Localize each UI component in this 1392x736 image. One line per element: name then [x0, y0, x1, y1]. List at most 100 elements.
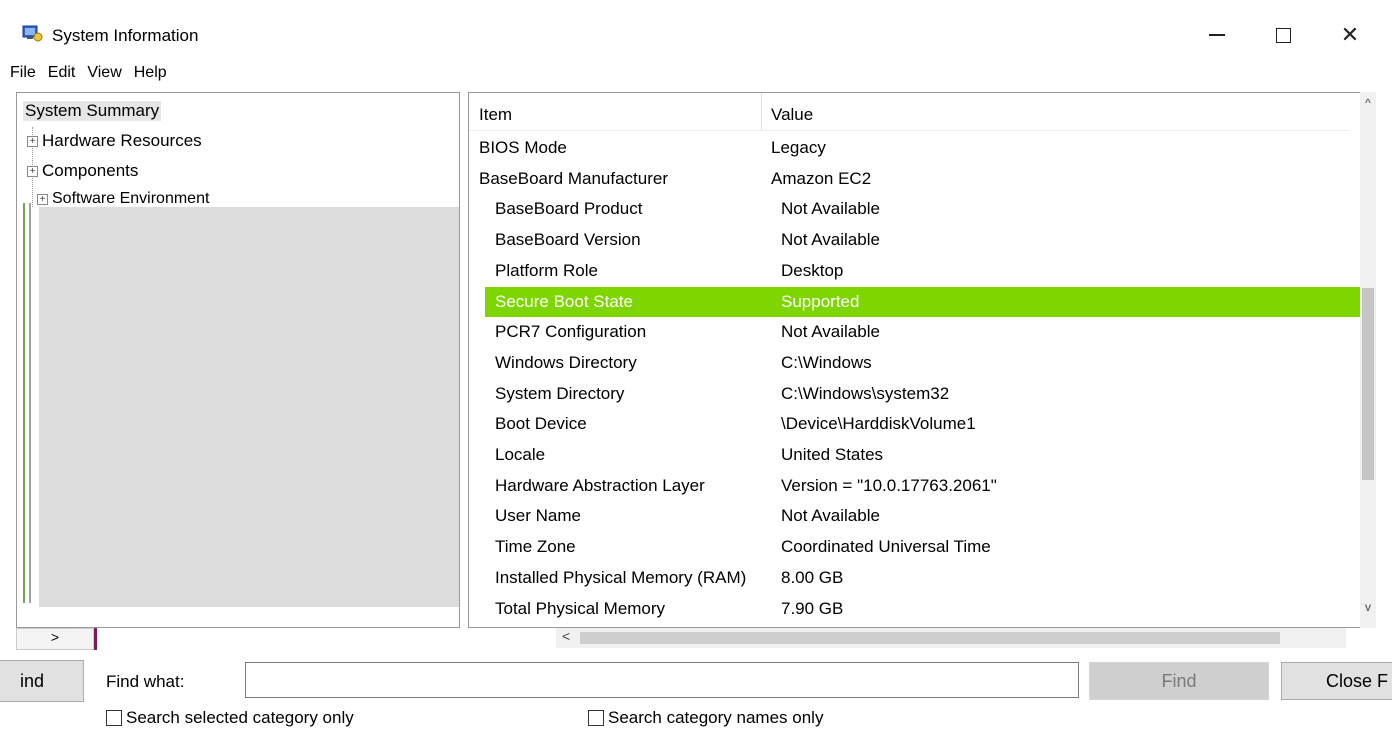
chevron-left-icon[interactable]: < [562, 628, 570, 644]
row-value: 7.90 GB [781, 598, 844, 618]
row-value: Supported [781, 291, 860, 311]
row-item: Installed Physical Memory (RAM) [495, 567, 747, 587]
option-label: Search category names only [608, 708, 824, 727]
table-row[interactable]: Time Zone Coordinated Universal Time [485, 532, 1361, 562]
option-selected-category[interactable]: Search selected category only [106, 708, 354, 728]
minimize-icon [1209, 34, 1225, 36]
table-row[interactable]: Platform Role Desktop [485, 256, 1361, 286]
menu-help[interactable]: Help [128, 64, 173, 82]
row-value: Not Available [781, 199, 880, 219]
row-value: Coordinated Universal Time [781, 537, 991, 557]
row-item: Total Physical Memory [495, 598, 666, 618]
row-value: C:\Windows [781, 352, 872, 372]
chevron-up-icon[interactable]: ^ [1360, 96, 1376, 116]
menu-file[interactable]: File [4, 64, 42, 82]
row-value: Version = "10.0.17763.2061" [781, 475, 997, 495]
minimize-button[interactable] [1192, 18, 1242, 52]
table-row[interactable]: BaseBoard Version Not Available [485, 225, 1361, 255]
find-button-left[interactable]: ind [0, 660, 84, 702]
row-value: 8.00 GB [781, 567, 844, 587]
row-item: Locale [495, 445, 546, 464]
table-row[interactable]: PCR7 Configuration Not Available [485, 317, 1361, 347]
row-value: Not Available [781, 230, 880, 250]
table-row[interactable]: BaseBoard Manufacturer Amazon EC2 [469, 164, 1349, 194]
row-item: Platform Role [495, 260, 598, 280]
vertical-scrollbar[interactable]: ^ v [1360, 92, 1376, 628]
row-value: United States [781, 445, 884, 464]
table-row[interactable]: BIOS Mode Legacy [469, 133, 1349, 163]
close-find-button[interactable]: Close F [1281, 662, 1392, 700]
row-item: Hardware Abstraction Layer [495, 475, 705, 495]
maximize-button[interactable] [1258, 18, 1308, 52]
menu-edit[interactable]: Edit [42, 64, 82, 82]
row-item: System Directory [495, 383, 625, 403]
table-row[interactable]: Locale United States [485, 440, 1361, 470]
row-item: Secure Boot State [495, 291, 633, 311]
close-button[interactable]: ✕ [1325, 18, 1375, 52]
row-item: PCR7 Configuration [495, 322, 647, 342]
table-row[interactable]: Secure Boot State Supported [485, 286, 1361, 317]
row-value: Amazon EC2 [771, 168, 872, 188]
table-row[interactable]: Hardware Abstraction Layer Version = "10.… [485, 471, 1361, 501]
row-value: \Device\HarddiskVolume1 [781, 414, 976, 434]
menu-view[interactable]: View [81, 64, 127, 82]
row-item: User Name [495, 506, 581, 526]
chevron-down-icon[interactable]: v [1360, 600, 1376, 620]
row-value: C:\Windows\system32 [781, 383, 950, 403]
tree-item-system-summary[interactable]: System Summary [23, 101, 162, 121]
column-header-value[interactable]: Value [771, 105, 813, 125]
chevron-right-icon: > [50, 629, 60, 645]
row-value: Not Available [781, 506, 880, 526]
find-button[interactable]: Find [1089, 662, 1269, 700]
checkbox[interactable] [588, 710, 604, 726]
table-row[interactable]: BaseBoard Product Not Available [485, 194, 1361, 224]
tree-scroll-right-button[interactable]: > [16, 628, 94, 650]
menu-bar: File Edit View Help [0, 58, 1392, 88]
row-item: Boot Device [495, 414, 587, 434]
row-item: BaseBoard Manufacturer [479, 168, 668, 188]
column-separator[interactable] [761, 93, 762, 131]
expand-icon[interactable]: + [27, 165, 38, 177]
details-list: Item Value BIOS Mode Legacy BaseBoard Manu… [468, 92, 1376, 628]
title-bar: System Information ✕ [0, 0, 1392, 58]
table-row[interactable]: User Name Not Available [485, 501, 1361, 531]
row-value: Legacy [771, 138, 826, 157]
find-input[interactable] [245, 662, 1079, 698]
row-value: Not Available [781, 322, 880, 342]
tree-item-label: Components [42, 161, 139, 180]
table-row[interactable]: Installed Physical Memory (RAM) 8.00 GB [485, 563, 1361, 593]
expand-icon[interactable]: + [27, 135, 38, 147]
option-label: Search selected category only [126, 708, 354, 727]
row-item: BIOS Mode [479, 138, 567, 157]
row-item: BaseBoard Product [495, 199, 643, 219]
find-what-label: Find what: [106, 672, 185, 691]
find-panel: ind Find what: Find Close F Search selec… [0, 650, 1392, 736]
tree-item-components[interactable]: + Components [27, 161, 138, 181]
close-icon: ✕ [1340, 22, 1360, 47]
checkbox[interactable] [106, 710, 122, 726]
row-item: BaseBoard Version [495, 230, 641, 250]
row-item: Time Zone [495, 537, 576, 557]
row-value: Desktop [781, 260, 844, 280]
tree-item-software-environment[interactable]: + Software Environment [37, 190, 209, 208]
table-row[interactable]: Total Physical Memory 7.90 GB [485, 594, 1361, 624]
table-row[interactable]: System Directory C:\Windows\system32 [485, 379, 1361, 409]
tree-item-hardware-resources[interactable]: + Hardware Resources [27, 131, 202, 151]
tree-item-label: Hardware Resources [42, 131, 202, 150]
tree-item-label: Software Environment [52, 190, 210, 207]
list-header: Item Value [469, 93, 1349, 131]
scroll-thumb[interactable] [580, 632, 1280, 644]
scroll-thumb[interactable] [1362, 288, 1374, 480]
maximize-icon [1275, 27, 1291, 43]
row-item: Windows Directory [495, 352, 637, 372]
column-header-item[interactable]: Item [479, 105, 512, 125]
system-info-icon [22, 25, 43, 42]
window-title: System Information [52, 26, 199, 45]
table-row[interactable]: Windows Directory C:\Windows [485, 348, 1361, 378]
category-tree[interactable]: System Summary + Hardware Resources + Co… [16, 92, 460, 628]
option-category-names[interactable]: Search category names only [588, 708, 823, 728]
render-artifact [29, 203, 31, 603]
expand-icon[interactable]: + [37, 193, 48, 205]
table-row[interactable]: Boot Device \Device\HarddiskVolume1 [485, 409, 1361, 439]
horizontal-scrollbar[interactable]: < [556, 628, 1346, 648]
